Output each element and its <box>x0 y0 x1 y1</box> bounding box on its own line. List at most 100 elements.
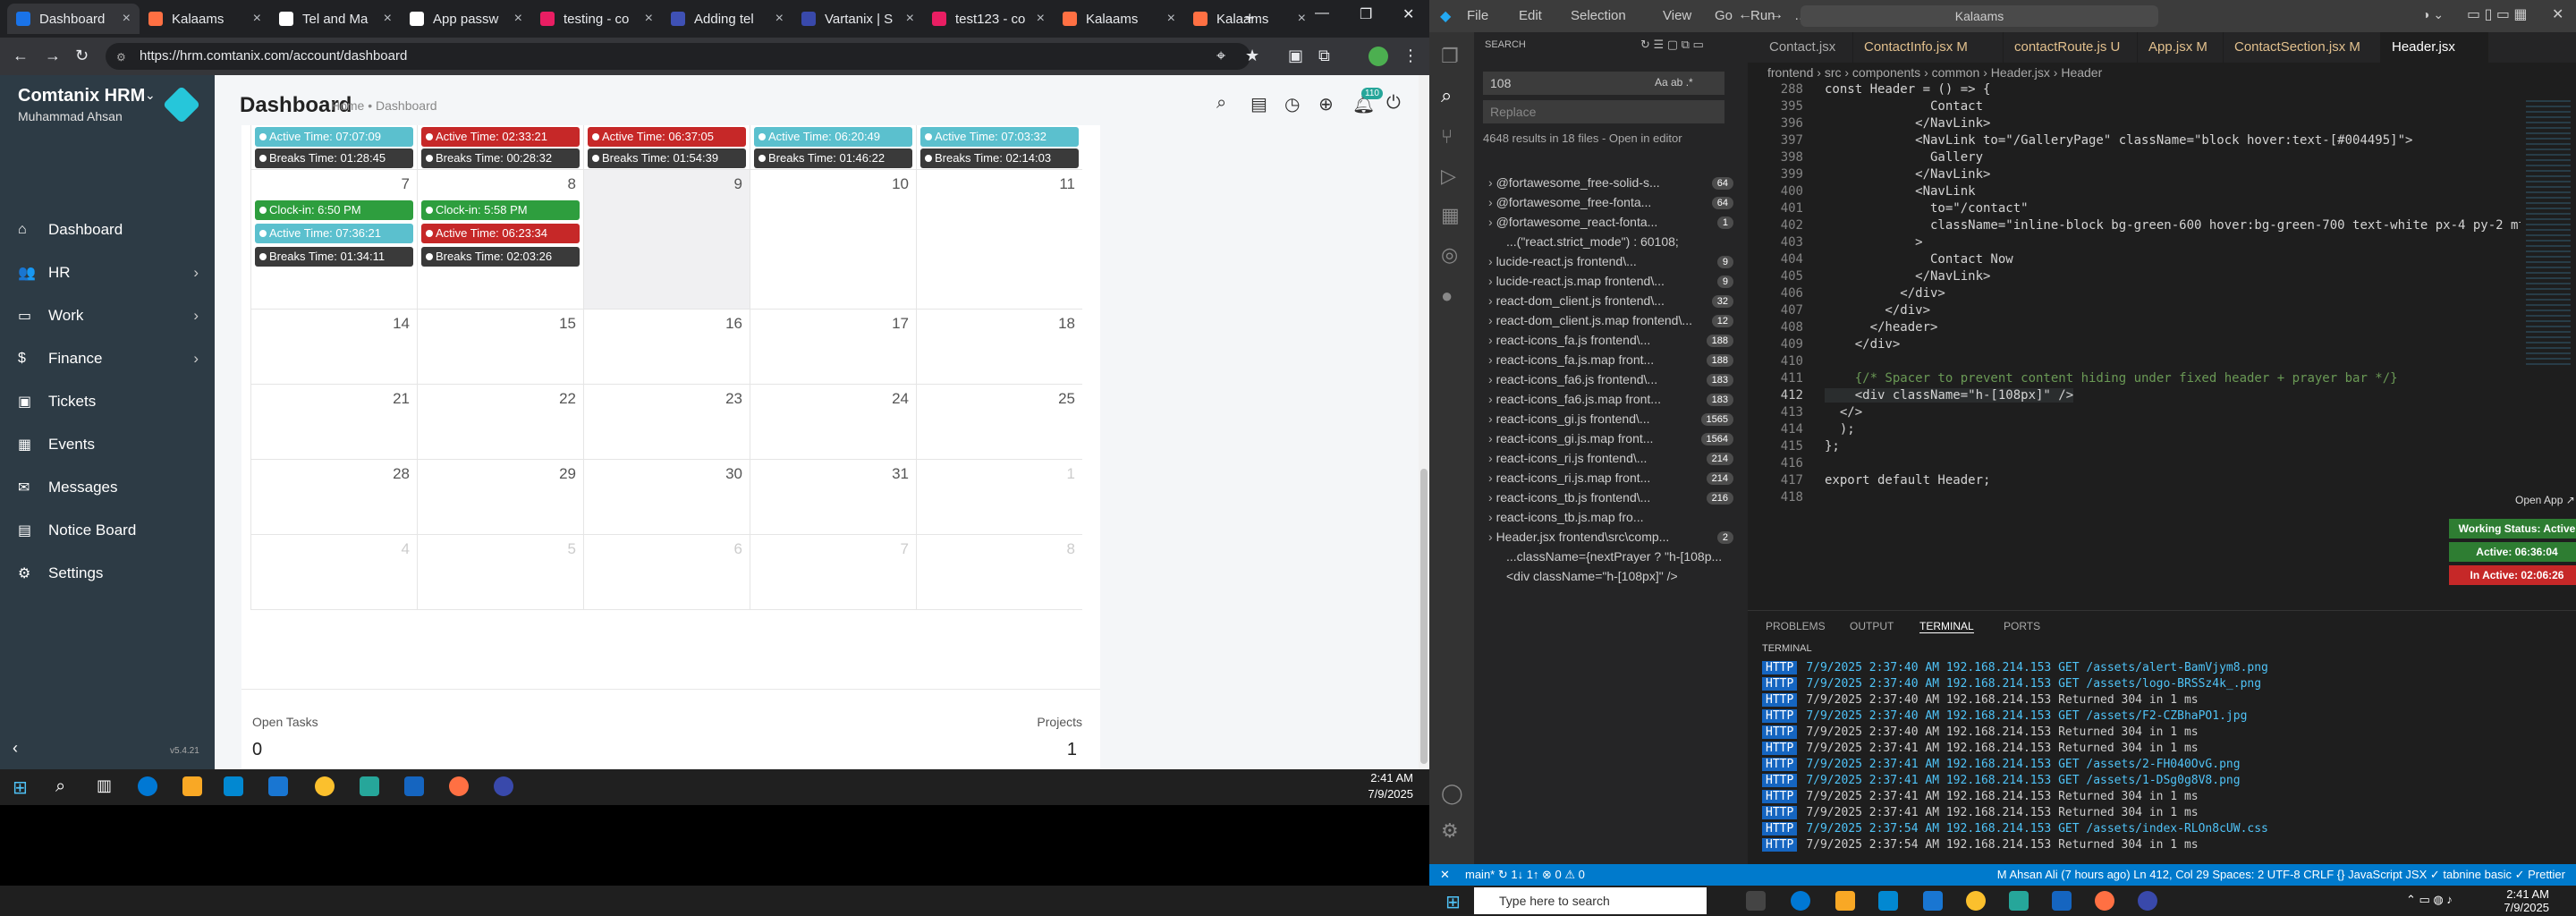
event-active-time[interactable]: Active Time: 06:23:34 <box>421 224 580 243</box>
close-tab-icon[interactable]: × <box>514 11 522 27</box>
maximize-button[interactable]: ❐ <box>1360 5 1372 23</box>
command-center[interactable]: Kalaams <box>1801 5 2158 27</box>
sidebar-item-messages[interactable]: ✉ Messages <box>0 467 215 508</box>
event-active-time[interactable]: Active Time: 06:20:49 <box>754 127 912 147</box>
search-result-item[interactable]: <div className="h-[108px]" /> <box>1481 569 1739 589</box>
browser-tab[interactable]: Kalaams × <box>1054 4 1184 34</box>
calendar-day-cell[interactable]: 11 <box>916 170 1082 310</box>
code-line[interactable]: </header> <box>1825 320 1938 335</box>
search-result-item[interactable]: › react-dom_client.js.map frontend\... 12 <box>1481 313 1739 333</box>
code-line[interactable]: Contact Now <box>1825 252 2013 267</box>
zoom-icon[interactable] <box>2138 891 2157 911</box>
search-result-item[interactable]: › react-icons_fa6.js.map front... 183 <box>1481 392 1739 411</box>
task-view-icon[interactable] <box>1746 891 1766 911</box>
status-left[interactable]: main* ↻ 1↓ 1↑ ⊗ 0 ⚠ 0 <box>1465 864 1585 886</box>
sidebar-item-notice-board[interactable]: ▤ Notice Board <box>0 510 215 551</box>
browser-tab[interactable]: Vartanix | S × <box>792 4 923 34</box>
calendar-day-cell[interactable]: 7 Clock-in: 6:50 PM Active Time: 07:36:21 B… <box>250 170 417 310</box>
open-app-link[interactable]: Open App ↗ <box>2515 494 2575 506</box>
browser-tab[interactable]: Dashboard × <box>7 4 140 34</box>
collapse-sidebar-icon[interactable]: ‹ <box>13 739 18 758</box>
layout-icon[interactable]: ▭ ▯ ▭ ▦ <box>2467 5 2528 23</box>
clock-icon[interactable]: ◷ <box>1284 93 1300 115</box>
account-icon[interactable]: ◯ <box>1441 782 1463 805</box>
panel-tab-problems[interactable]: PROBLEMS <box>1766 620 1826 632</box>
sidebar-item-tickets[interactable]: ▣ Tickets <box>0 381 215 422</box>
close-tab-icon[interactable]: × <box>384 11 392 27</box>
code-line[interactable]: </NavLink> <box>1825 269 1990 284</box>
calendar-day-cell[interactable]: 15 <box>417 310 583 385</box>
calendar-day-cell[interactable]: 30 <box>583 460 750 535</box>
copilot-icon[interactable]: ◎ <box>1441 243 1458 267</box>
event-breaks-time[interactable]: Breaks Time: 02:14:03 <box>920 148 1079 168</box>
url-field[interactable]: https://hrm.comtanix.com/account/dashboa… <box>106 43 1250 70</box>
code-line[interactable]: </NavLink> <box>1825 116 1990 131</box>
extension-icon[interactable]: ▣ <box>1288 47 1303 65</box>
close-tab-icon[interactable]: × <box>906 11 914 27</box>
back-icon[interactable]: ← <box>13 47 29 65</box>
calendar-day-cell[interactable]: Active Time: 02:33:21 Breaks Time: 00:28:… <box>417 125 583 170</box>
search-result-item[interactable]: › @fortawesome_free-solid-s... 64 <box>1481 175 1739 195</box>
calendar-day-cell[interactable]: 22 <box>417 385 583 460</box>
search-result-item[interactable]: › react-icons_tb.js.map fro... <box>1481 510 1739 530</box>
calendar-day-cell[interactable]: 8 <box>916 535 1082 610</box>
search-icon[interactable]: ⌕ <box>1216 93 1226 114</box>
system-tray-icon[interactable]: ⌃ ▭ ◍ ♪ <box>2406 893 2453 907</box>
code-line[interactable]: {/* Spacer to prevent content hiding und… <box>1825 371 2398 386</box>
store-icon[interactable] <box>1878 891 1898 911</box>
menu-item-selection[interactable]: Selection <box>1571 8 1626 23</box>
explorer-icon[interactable]: ❐ <box>1441 45 1459 68</box>
status-right[interactable]: M Ahsan Ali (7 hours ago) Ln 412, Col 29… <box>1997 864 2565 886</box>
search-icon[interactable]: ⌕ <box>55 776 65 797</box>
calendar-day-cell[interactable]: 7 <box>750 535 916 610</box>
browser-tab[interactable]: Kalaams × <box>140 4 270 34</box>
editor-tab[interactable]: ContactSection.jsx M <box>2224 32 2381 63</box>
calendar-day-cell[interactable]: Active Time: 07:07:09 Breaks Time: 01:28:… <box>250 125 417 170</box>
code-line[interactable]: ); <box>1825 422 1855 437</box>
calendar-day-cell[interactable]: 24 <box>750 385 916 460</box>
puzzle-icon[interactable]: ⧉ <box>1318 47 1330 65</box>
code-line[interactable]: Contact <box>1825 99 1983 114</box>
chrome-icon[interactable] <box>1966 891 1986 911</box>
code-editor[interactable]: 288 const Header = () => {395 Contact 396 … <box>1748 82 2526 596</box>
back-icon[interactable]: ← <box>1738 7 1752 23</box>
close-tab-icon[interactable]: × <box>253 11 261 27</box>
file-explorer-icon[interactable] <box>182 776 202 796</box>
menu-dots-icon[interactable]: ⋮ <box>1402 47 1419 65</box>
calendar-day-cell[interactable]: 4 <box>250 535 417 610</box>
event-breaks-time[interactable]: Breaks Time: 01:28:45 <box>255 148 413 168</box>
page-scrollbar[interactable] <box>1419 75 1429 771</box>
firefox-icon[interactable] <box>449 776 469 796</box>
replace-input[interactable]: Replace <box>1483 100 1724 123</box>
code-line[interactable]: }; <box>1825 439 1840 454</box>
code-line[interactable]: Gallery <box>1825 150 1983 165</box>
source-control-icon[interactable]: ⑂ <box>1441 125 1453 148</box>
calendar-day-cell[interactable]: 21 <box>250 385 417 460</box>
search-result-item[interactable]: › react-dom_client.js frontend\... 32 <box>1481 293 1739 313</box>
event-active-time[interactable]: Active Time: 07:03:32 <box>920 127 1079 147</box>
search-icon[interactable]: ⌕ <box>1441 84 1452 107</box>
sidebar-item-hr[interactable]: 👥 HR › <box>0 252 215 293</box>
profile-avatar[interactable] <box>1368 47 1388 66</box>
reload-icon[interactable]: ↻ <box>75 47 89 65</box>
mail-icon[interactable] <box>268 776 288 796</box>
search-result-item[interactable]: ...className={nextPrayer ? "h-[108p... <box>1481 549 1739 569</box>
search-result-item[interactable]: › react-icons_gi.js frontend\... 1565 <box>1481 411 1739 431</box>
search-result-item[interactable]: ...("react.strict_mode") : 60108; <box>1481 234 1739 254</box>
browser-tab[interactable]: test123 - co × <box>923 4 1054 34</box>
site-info-icon[interactable]: ⚙ <box>116 51 126 64</box>
code-line[interactable]: <div className="h-[108px]" /> <box>1825 388 2074 403</box>
menu-item-file[interactable]: File <box>1467 8 1488 23</box>
close-tab-icon[interactable]: × <box>1037 11 1045 27</box>
browser-tab[interactable]: App passw × <box>401 4 531 34</box>
code-line[interactable]: const Header = () => { <box>1825 82 1990 97</box>
vscode-icon[interactable] <box>404 776 424 796</box>
vscode-icon[interactable] <box>2052 891 2072 911</box>
code-line[interactable]: className="inline-block bg-green-600 hov… <box>1825 218 2526 233</box>
calendar-day-cell[interactable]: 25 <box>916 385 1082 460</box>
editor-tab[interactable]: Contact.jsx <box>1758 32 1853 63</box>
editor-tab[interactable]: App.jsx M <box>2138 32 2224 63</box>
calendar-day-cell[interactable]: 28 <box>250 460 417 535</box>
panel-tab-output[interactable]: OUTPUT <box>1850 620 1894 632</box>
browser-tab[interactable]: Tel and Ma × <box>270 4 401 34</box>
